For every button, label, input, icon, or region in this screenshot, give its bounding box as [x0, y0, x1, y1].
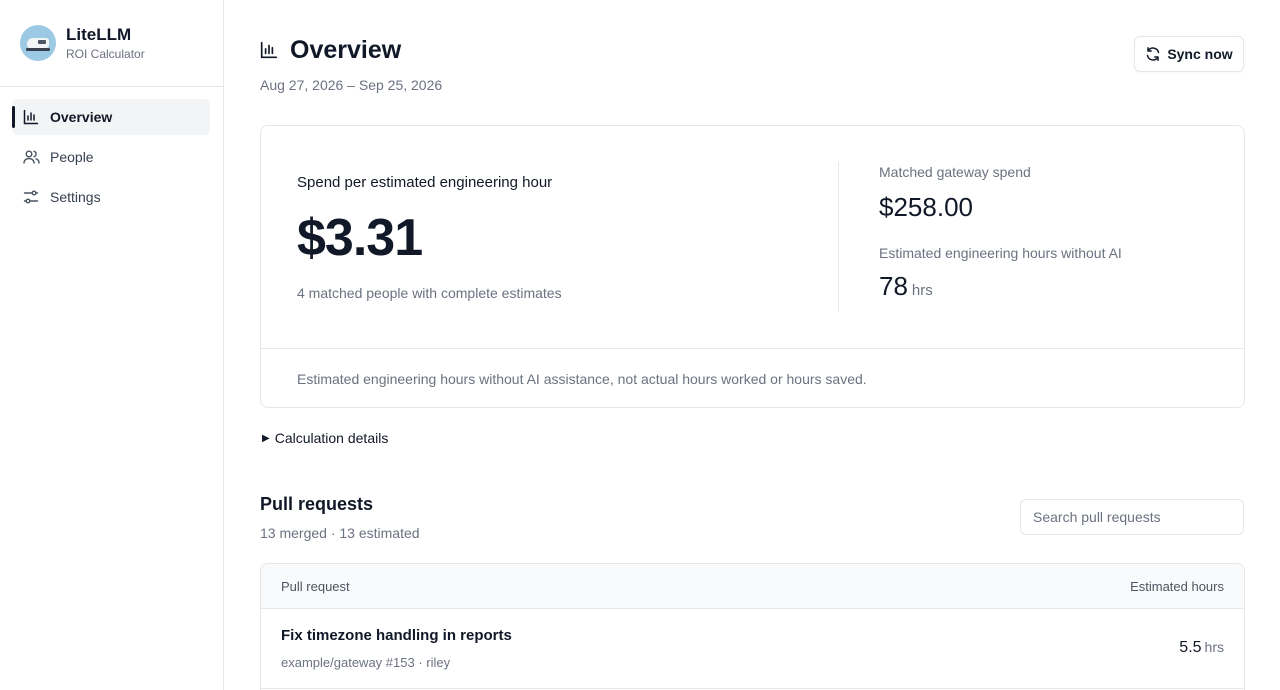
table-row[interactable]: Fix timezone handling in reports example…: [261, 609, 1244, 689]
sidebar-item-settings[interactable]: Settings: [12, 179, 210, 215]
calculation-details-toggle[interactable]: ▶ Calculation details: [260, 430, 388, 446]
sidebar-nav: Overview People Settings: [0, 87, 223, 215]
gateway-spend-value: $258.00: [879, 192, 973, 222]
column-header-pull-request: Pull request: [281, 578, 350, 594]
pr-hours-value: 5.5: [1179, 639, 1202, 656]
pr-hours-unit: hrs: [1204, 639, 1224, 655]
refresh-icon: [1145, 46, 1161, 62]
sliders-icon: [22, 188, 40, 206]
page-header: Overview Aug 27, 2026 – Sep 25, 2026: [260, 36, 442, 93]
sync-now-button[interactable]: Sync now: [1134, 36, 1244, 72]
pr-title: Fix timezone handling in reports: [281, 627, 512, 644]
brand-subtitle: ROI Calculator: [66, 46, 145, 61]
disclosure-triangle-icon: ▶: [262, 432, 270, 444]
sidebar-item-label: Overview: [50, 109, 113, 125]
sidebar-item-label: Settings: [50, 189, 101, 205]
column-header-estimated-hours: Estimated hours: [1130, 578, 1224, 594]
sidebar-item-overview[interactable]: Overview: [12, 99, 210, 135]
page-title: Overview: [290, 36, 402, 64]
engineering-hours-label: Estimated engineering hours without AI: [879, 245, 1122, 261]
main-content: Overview Aug 27, 2026 – Sep 25, 2026 Syn…: [224, 0, 1280, 690]
bar-chart-icon: [260, 41, 280, 61]
hours-unit: hrs: [911, 282, 933, 299]
sync-now-label: Sync now: [1167, 46, 1233, 62]
train-logo-icon: [20, 25, 56, 61]
brand-name: LiteLLM: [66, 24, 132, 44]
gateway-spend-label: Matched gateway spend: [879, 164, 1031, 180]
hours-number: 78: [879, 271, 908, 301]
calculation-details-label: Calculation details: [274, 430, 389, 446]
divider: [838, 162, 839, 312]
metric-label: Spend per estimated engineering hour: [297, 174, 553, 191]
sidebar-item-label: People: [50, 149, 94, 165]
search-pull-requests-input[interactable]: [1020, 499, 1244, 535]
users-icon: [22, 148, 40, 166]
pr-hours: 5.5 hrs: [1179, 639, 1224, 657]
pull-requests-subtitle: 13 merged · 13 estimated: [260, 525, 420, 541]
engineering-hours-value: 78 hrs: [879, 271, 1122, 302]
summary-card: Spend per estimated engineering hour $3.…: [260, 125, 1245, 408]
sidebar-item-people[interactable]: People: [12, 139, 210, 175]
date-range: Aug 27, 2026 – Sep 25, 2026: [260, 77, 443, 93]
pull-requests-table: Pull request Estimated hours Fix timezon…: [260, 563, 1245, 690]
spend-per-hour-value: $3.31: [297, 209, 423, 267]
metric-subtext: 4 matched people with complete estimates: [297, 285, 562, 301]
sidebar: LiteLLM ROI Calculator Overview People S…: [0, 0, 224, 690]
summary-footnote: Estimated engineering hours without AI a…: [261, 348, 1244, 408]
table-header: Pull request Estimated hours: [261, 564, 1244, 609]
bar-chart-icon: [22, 108, 40, 126]
brand: LiteLLM ROI Calculator: [0, 0, 223, 87]
pr-meta: example/gateway #153 · riley: [281, 655, 451, 670]
pull-requests-title: Pull requests: [260, 494, 374, 514]
